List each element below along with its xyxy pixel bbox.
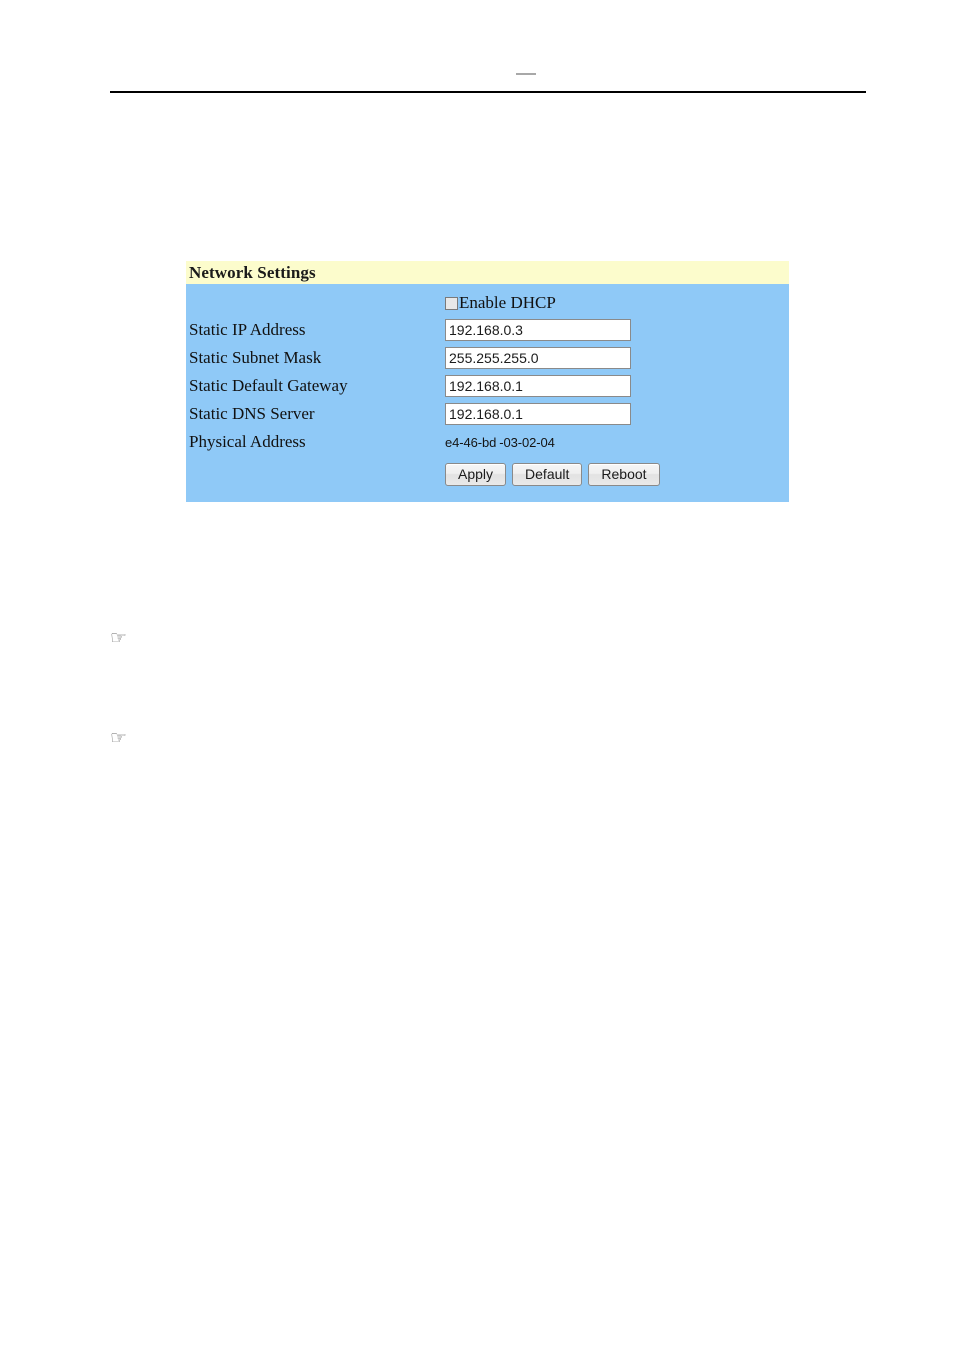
static-dns-server-row: Static DNS Server: [186, 400, 789, 428]
page-header-rule: [110, 91, 866, 93]
physical-address-value-part1: e4-46-bd: [445, 434, 497, 450]
enable-dhcp-row: Enable DHCP: [186, 290, 789, 316]
default-button[interactable]: Default: [512, 462, 583, 486]
static-default-gateway-control: [445, 375, 789, 397]
physical-address-value-part2: 03-02-04: [503, 434, 555, 450]
static-default-gateway-input[interactable]: [445, 375, 631, 397]
reboot-button[interactable]: Reboot: [588, 462, 660, 486]
static-ip-address-control: [445, 319, 789, 341]
static-ip-address-row: Static IP Address: [186, 316, 789, 344]
page-header-dash: [516, 73, 536, 75]
apply-button[interactable]: Apply: [445, 462, 507, 486]
static-dns-server-label: Static DNS Server: [189, 404, 315, 424]
physical-address-control: e4-46-bd -03-02-04: [445, 435, 789, 450]
panel-button-row: Apply Default Reboot: [186, 456, 789, 488]
static-dns-server-control: [445, 403, 789, 425]
static-default-gateway-label: Static Default Gateway: [189, 376, 348, 396]
physical-address-row: Physical Address e4-46-bd -03-02-04: [186, 428, 789, 456]
static-default-gateway-row: Static Default Gateway: [186, 372, 789, 400]
pointing-hand-icon: ☞: [110, 727, 128, 749]
physical-address-label: Physical Address: [189, 432, 306, 452]
static-ip-address-label: Static IP Address: [189, 320, 306, 340]
page-title: Network Settings: [189, 262, 316, 282]
static-subnet-mask-input[interactable]: [445, 347, 631, 369]
static-ip-address-input[interactable]: [445, 319, 631, 341]
enable-dhcp-label: Enable DHCP: [459, 293, 556, 312]
button-group: Apply Default Reboot: [445, 462, 789, 486]
dhcp-control: Enable DHCP: [445, 293, 789, 313]
static-dns-server-input[interactable]: [445, 403, 631, 425]
static-subnet-mask-control: [445, 347, 789, 369]
panel-title-bar: Network Settings: [186, 261, 789, 284]
network-settings-panel: Network Settings Enable DHCP Static IP A…: [186, 261, 789, 502]
enable-dhcp-checkbox[interactable]: [445, 296, 458, 310]
static-subnet-mask-label: Static Subnet Mask: [189, 348, 322, 368]
panel-body: Enable DHCP Static IP Address Static Sub…: [186, 284, 789, 502]
pointing-hand-icon: ☞: [110, 627, 128, 649]
static-subnet-mask-row: Static Subnet Mask: [186, 344, 789, 372]
